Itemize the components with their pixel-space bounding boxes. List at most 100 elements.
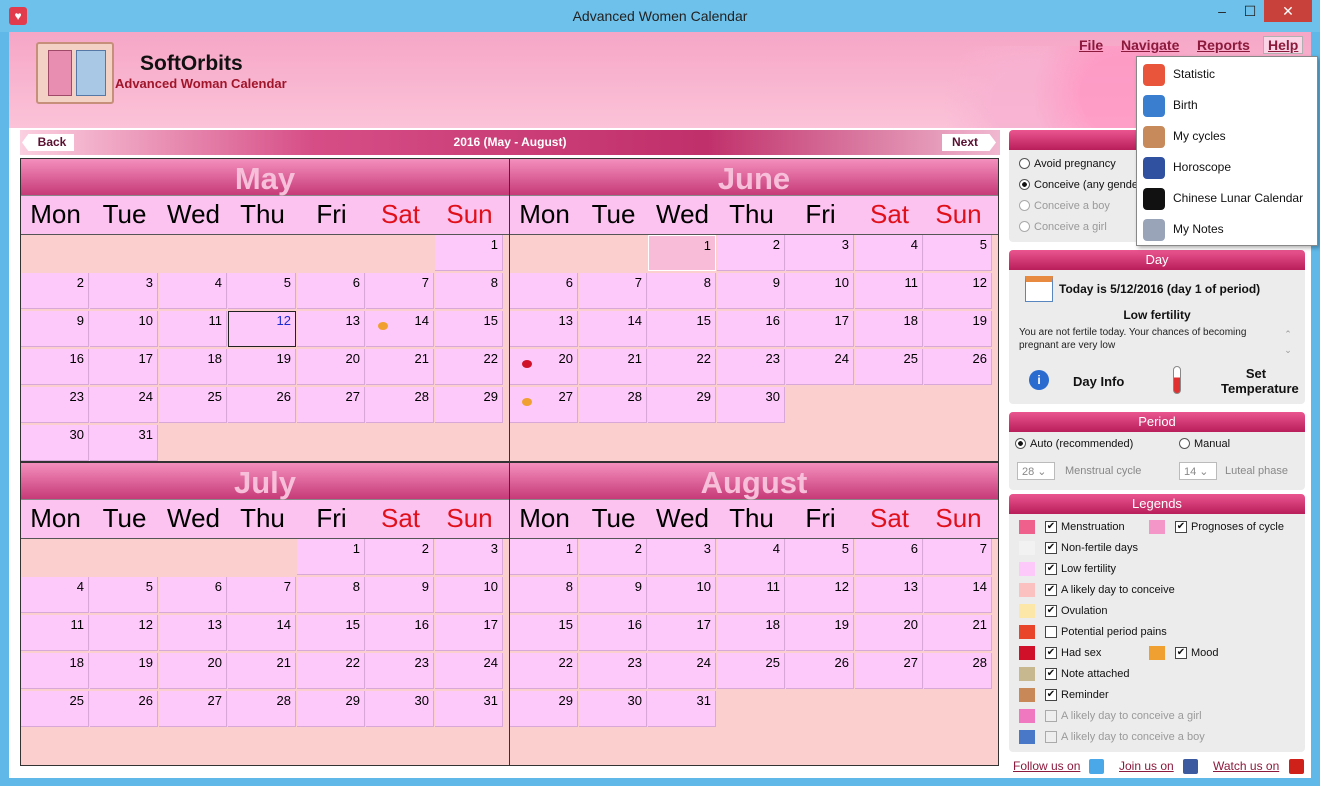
day-cell[interactable]: 27: [297, 387, 365, 423]
thermometer-icon[interactable]: [1173, 366, 1181, 394]
legend-checkbox[interactable]: ✔: [1045, 668, 1057, 680]
day-cell[interactable]: 4: [159, 273, 227, 309]
day-cell[interactable]: 12: [228, 311, 296, 347]
day-cell[interactable]: 5: [228, 273, 296, 309]
day-cell[interactable]: 8: [297, 577, 365, 613]
day-cell[interactable]: 3: [786, 235, 854, 271]
day-cell[interactable]: 9: [366, 577, 434, 613]
day-cell[interactable]: 2: [21, 273, 89, 309]
day-cell[interactable]: 22: [297, 653, 365, 689]
day-cell[interactable]: 23: [21, 387, 89, 423]
day-cell[interactable]: 26: [228, 387, 296, 423]
maximize-button[interactable]: ☐: [1236, 0, 1264, 22]
day-cell[interactable]: 20: [510, 349, 578, 385]
legend-checkbox[interactable]: ✔: [1175, 521, 1187, 533]
goal-radio[interactable]: Conceive (any gender): [1019, 179, 1145, 191]
day-cell[interactable]: 26: [786, 653, 854, 689]
day-cell[interactable]: 30: [366, 691, 434, 727]
day-cell[interactable]: 12: [786, 577, 854, 613]
day-cell[interactable]: 30: [717, 387, 785, 423]
day-cell[interactable]: 22: [510, 653, 578, 689]
day-cell[interactable]: 11: [21, 615, 89, 651]
day-cell[interactable]: 5: [90, 577, 158, 613]
twitter-icon[interactable]: [1089, 759, 1104, 774]
day-cell[interactable]: 10: [786, 273, 854, 309]
day-info-button[interactable]: Day Info: [1073, 374, 1124, 389]
join-link[interactable]: Join us on: [1119, 759, 1174, 773]
day-cell[interactable]: 14: [924, 577, 992, 613]
day-cell[interactable]: 24: [786, 349, 854, 385]
day-cell[interactable]: 15: [648, 311, 716, 347]
legend-checkbox[interactable]: ✔: [1045, 689, 1057, 701]
menu-reports[interactable]: Reports: [1197, 37, 1250, 53]
day-cell[interactable]: 28: [579, 387, 647, 423]
info-icon[interactable]: i: [1029, 370, 1049, 390]
day-cell[interactable]: 18: [855, 311, 923, 347]
day-cell[interactable]: 28: [228, 691, 296, 727]
day-cell[interactable]: 1: [510, 539, 578, 575]
day-cell[interactable]: 3: [435, 539, 503, 575]
legend-checkbox[interactable]: ✔: [1045, 542, 1057, 554]
auto-radio[interactable]: Auto (recommended): [1015, 438, 1133, 450]
legend-checkbox[interactable]: ✔: [1045, 521, 1057, 533]
facebook-icon[interactable]: [1183, 759, 1198, 774]
day-cell[interactable]: 16: [21, 349, 89, 385]
day-cell[interactable]: 23: [579, 653, 647, 689]
day-cell[interactable]: 17: [435, 615, 503, 651]
day-cell[interactable]: 17: [90, 349, 158, 385]
day-cell[interactable]: 13: [159, 615, 227, 651]
day-cell[interactable]: 18: [159, 349, 227, 385]
day-cell[interactable]: 14: [228, 615, 296, 651]
day-cell[interactable]: 9: [21, 311, 89, 347]
day-cell[interactable]: 16: [366, 615, 434, 651]
day-cell[interactable]: 16: [717, 311, 785, 347]
day-cell[interactable]: 21: [366, 349, 434, 385]
close-button[interactable]: ✕: [1264, 0, 1312, 22]
watch-link[interactable]: Watch us on: [1213, 759, 1279, 773]
day-cell[interactable]: 7: [228, 577, 296, 613]
goal-radio[interactable]: Conceive a girl: [1019, 221, 1107, 233]
legend-checkbox[interactable]: ✔: [1045, 605, 1057, 617]
legend-checkbox[interactable]: ✔: [1045, 584, 1057, 596]
day-cell[interactable]: 25: [717, 653, 785, 689]
reports-menu-item[interactable]: My Notes: [1137, 214, 1317, 245]
day-cell[interactable]: 29: [435, 387, 503, 423]
day-cell[interactable]: 3: [90, 273, 158, 309]
legend-checkbox[interactable]: [1045, 731, 1057, 743]
day-cell[interactable]: 31: [648, 691, 716, 727]
legend-checkbox[interactable]: ✔: [1175, 647, 1187, 659]
day-cell[interactable]: 29: [648, 387, 716, 423]
day-cell[interactable]: 24: [435, 653, 503, 689]
day-cell[interactable]: 10: [90, 311, 158, 347]
day-cell[interactable]: 13: [855, 577, 923, 613]
day-cell[interactable]: 19: [786, 615, 854, 651]
day-cell[interactable]: 28: [924, 653, 992, 689]
day-cell[interactable]: 14: [366, 311, 434, 347]
day-cell[interactable]: 12: [90, 615, 158, 651]
day-cell[interactable]: 20: [855, 615, 923, 651]
day-cell[interactable]: 15: [297, 615, 365, 651]
day-cell[interactable]: 14: [579, 311, 647, 347]
day-cell[interactable]: 13: [510, 311, 578, 347]
day-cell[interactable]: 10: [435, 577, 503, 613]
goal-radio[interactable]: Conceive a boy: [1019, 200, 1110, 212]
day-cell[interactable]: 6: [297, 273, 365, 309]
day-cell[interactable]: 15: [435, 311, 503, 347]
day-cell[interactable]: 11: [855, 273, 923, 309]
day-cell[interactable]: 7: [366, 273, 434, 309]
luteal-phase-select[interactable]: 14 ⌄: [1179, 462, 1217, 480]
day-cell[interactable]: 19: [228, 349, 296, 385]
day-cell[interactable]: 23: [366, 653, 434, 689]
day-cell[interactable]: 19: [924, 311, 992, 347]
day-cell[interactable]: 30: [21, 425, 89, 461]
day-cell[interactable]: 10: [648, 577, 716, 613]
day-cell[interactable]: 21: [924, 615, 992, 651]
day-cell[interactable]: 2: [366, 539, 434, 575]
day-cell[interactable]: 22: [648, 349, 716, 385]
reports-menu-item[interactable]: Horoscope: [1137, 152, 1317, 183]
day-cell[interactable]: 31: [435, 691, 503, 727]
day-cell[interactable]: 8: [510, 577, 578, 613]
day-cell[interactable]: 29: [297, 691, 365, 727]
day-cell[interactable]: 1: [297, 539, 365, 575]
day-cell[interactable]: 21: [579, 349, 647, 385]
